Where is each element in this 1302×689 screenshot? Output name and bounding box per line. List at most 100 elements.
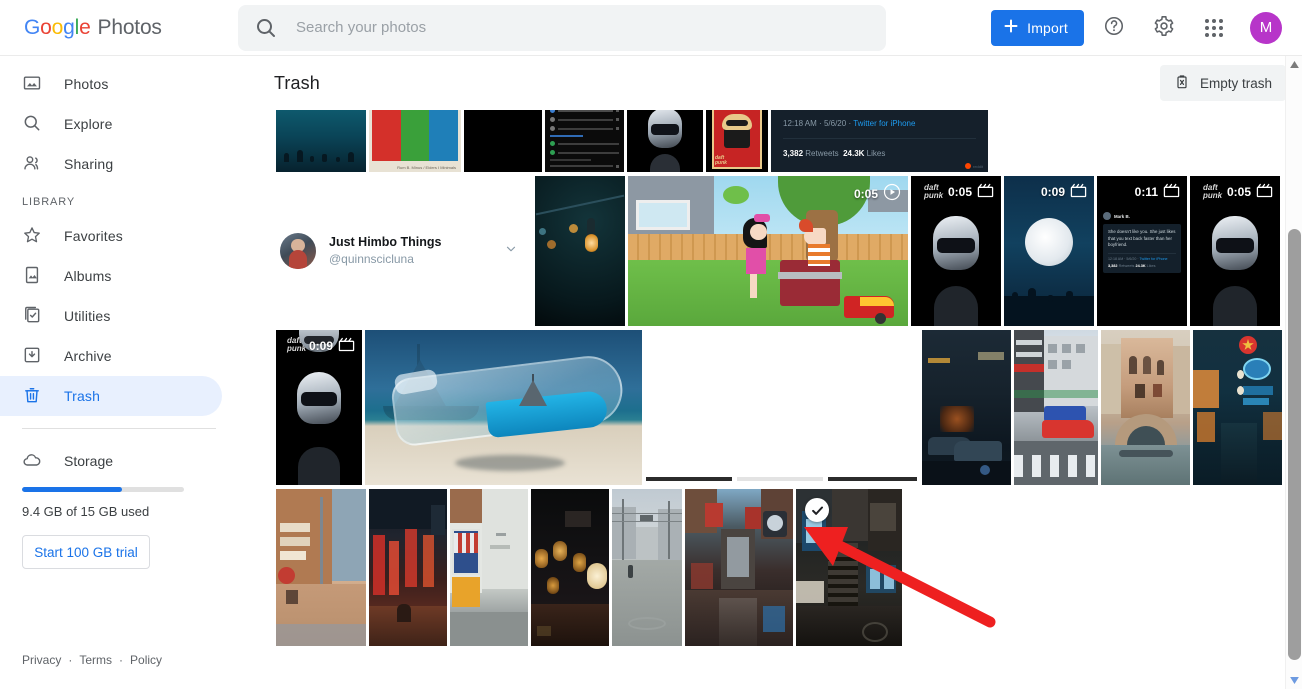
sidebar-item-label: Albums	[64, 268, 112, 284]
start-trial-button[interactable]: Start 100 GB trial	[22, 535, 150, 569]
import-button-label: Import	[1027, 19, 1068, 36]
thumb-venice-canal-painting[interactable]	[1101, 330, 1190, 485]
movie-icon	[977, 183, 994, 201]
sidebar-item-utilities[interactable]: Utilities	[0, 296, 222, 336]
thumb-daft-punk-video-2[interactable]: daft punk 0:05	[1190, 176, 1280, 326]
avatar-letter: M	[1259, 19, 1273, 36]
thumb-daft-punk-helmet[interactable]	[627, 110, 703, 172]
empty-trash-icon	[1174, 74, 1190, 93]
video-duration-label: 0:11	[1134, 185, 1158, 199]
privacy-link[interactable]: Privacy	[22, 653, 61, 667]
sidebar-item-trash[interactable]: Trash	[0, 376, 222, 416]
sidebar-item-label: Favorites	[64, 228, 123, 244]
sidebar-item-sharing[interactable]: Sharing	[0, 144, 222, 184]
sidebar-item-label: Archive	[64, 348, 112, 364]
sidebar-item-albums[interactable]: Albums	[0, 256, 222, 296]
vertical-scrollbar[interactable]	[1285, 56, 1302, 689]
placeholder-bar	[737, 477, 823, 481]
tweet-likes-label: Likes	[866, 148, 886, 158]
thumb-ship-in-bottle[interactable]	[365, 330, 642, 485]
sidebar-item-label: Sharing	[64, 156, 114, 172]
sidebar-item-explore[interactable]: Explore	[0, 104, 222, 144]
thumb-black-frame-1[interactable]	[464, 110, 542, 172]
tweet-stats: 3,382 Retweets 24.3K Likes	[783, 149, 976, 158]
movie-icon	[338, 337, 355, 355]
terms-link[interactable]: Terms	[79, 653, 112, 667]
thumb-vending-machine-corner[interactable]	[450, 489, 528, 646]
storage-label: Storage	[64, 453, 114, 469]
thumb-dark-teal-shore[interactable]	[276, 110, 366, 172]
chevron-down-icon[interactable]	[504, 242, 518, 261]
search-input[interactable]	[296, 19, 870, 36]
thumb-moon-night-video[interactable]: 0:09	[1004, 176, 1094, 326]
thumb-tweet-card[interactable]: 12:18 AM · 5/6/20 · Twitter for iPhone 3…	[771, 110, 988, 172]
video-duration-label: 0:05	[947, 185, 972, 199]
thumb-row1-trailing-blank[interactable]	[991, 110, 1286, 172]
people-icon	[22, 153, 42, 176]
thumb-tokyo-street-daylight[interactable]	[1014, 330, 1098, 485]
google-wordmark: Google	[24, 15, 91, 39]
sidebar-divider	[22, 428, 216, 429]
sidebar-item-favorites[interactable]: Favorites	[0, 216, 222, 256]
scrollbar-track[interactable]	[1286, 73, 1302, 672]
settings-button[interactable]	[1144, 8, 1184, 48]
photo-selected-checkmark[interactable]	[805, 498, 829, 522]
photo-row: Rum B. Minus / Elders I Minimals daft pu…	[276, 110, 1286, 172]
footer-separator: ·	[68, 653, 73, 667]
thumb-wet-alley-signs[interactable]	[685, 489, 793, 646]
import-button[interactable]: Import	[991, 9, 1084, 46]
thumb-lanterns-dark[interactable]	[531, 489, 609, 646]
video-duration-badge: 0:11	[1135, 183, 1180, 201]
photos-wordmark: Photos	[97, 15, 162, 39]
thumb-tweet-screenshot-video[interactable]: She doesn't like you. She just likes tha…	[1097, 176, 1187, 326]
thumb-daft-punk-poster[interactable]: daft punk	[706, 110, 768, 172]
thumb-japan-street-morning[interactable]	[276, 489, 366, 646]
apps-grid-button[interactable]	[1194, 8, 1234, 48]
thumb-stairs-alley-selected[interactable]	[796, 489, 902, 646]
sidebar: Photos Explore Sharing LIBRARY Favorites…	[0, 56, 238, 689]
movie-icon	[1256, 183, 1273, 201]
tweet-likes-count: 24.3K	[843, 148, 865, 158]
cloud-icon	[22, 450, 42, 473]
scrollbar-thumb[interactable]	[1287, 228, 1301, 660]
avatar	[280, 233, 316, 269]
placeholder-bar	[828, 477, 917, 481]
search-bar[interactable]	[238, 4, 886, 51]
app-header: Google Photos Import	[0, 0, 1302, 56]
header-actions: Import M	[991, 8, 1302, 48]
brand-logo[interactable]: Google Photos	[0, 16, 238, 40]
thumb-daft-punk-video-1[interactable]: daft punk 0:05	[911, 176, 1001, 326]
help-button[interactable]	[1094, 8, 1134, 48]
thumb-dark-ui-list[interactable]	[545, 110, 624, 172]
empty-trash-button[interactable]: Empty trash	[1159, 65, 1286, 101]
main-header: Trash Empty trash	[238, 56, 1302, 110]
main-content: Trash Empty trash Rum B. Minus / Elders …	[238, 56, 1302, 689]
photo-row: daft punk 0:09	[276, 330, 1282, 485]
thumb-neon-alley-blue[interactable]	[1193, 330, 1282, 485]
photo-grid: Rum B. Minus / Elders I Minimals daft pu…	[238, 110, 1302, 689]
thumb-quiet-town-street[interactable]	[612, 489, 682, 646]
thumb-rgb-album-cover[interactable]: Rum B. Minus / Elders I Minimals	[369, 110, 461, 172]
thumb-cartoon-backyard-video[interactable]: 0:05	[628, 176, 908, 326]
empty-trash-label: Empty trash	[1199, 75, 1272, 91]
tweet-retweets-label: Retweets	[805, 148, 839, 158]
thumb-string-lights-night[interactable]	[535, 176, 625, 326]
sidebar-item-photos[interactable]: Photos	[0, 64, 222, 104]
tweet-meta: 12:18 AM · 5/6/20 · Twitter for iPhone	[783, 119, 976, 128]
scroll-down-arrow-icon[interactable]	[1286, 672, 1302, 689]
thumb-cyberpunk-alley-dark[interactable]	[922, 330, 1011, 485]
sidebar-item-archive[interactable]: Archive	[0, 336, 222, 376]
archive-icon	[22, 345, 42, 368]
profile-header-card[interactable]: Just Himbo Things @quinnscicluna	[276, 176, 532, 326]
thumb-daft-punk-video-3[interactable]: daft punk 0:09	[276, 330, 362, 485]
body: Photos Explore Sharing LIBRARY Favorites…	[0, 56, 1302, 689]
scroll-up-arrow-icon[interactable]	[1286, 56, 1302, 73]
album-icon	[22, 265, 42, 288]
photo-row	[276, 489, 1280, 646]
avatar[interactable]: M	[1250, 11, 1282, 44]
thumb-japan-neon-night-street[interactable]	[369, 489, 447, 646]
sidebar-item-storage[interactable]: Storage	[0, 441, 238, 481]
video-duration-badge: 0:09	[1041, 183, 1087, 201]
policy-link[interactable]: Policy	[130, 653, 162, 667]
thumb-loading-placeholder[interactable]	[645, 330, 919, 485]
